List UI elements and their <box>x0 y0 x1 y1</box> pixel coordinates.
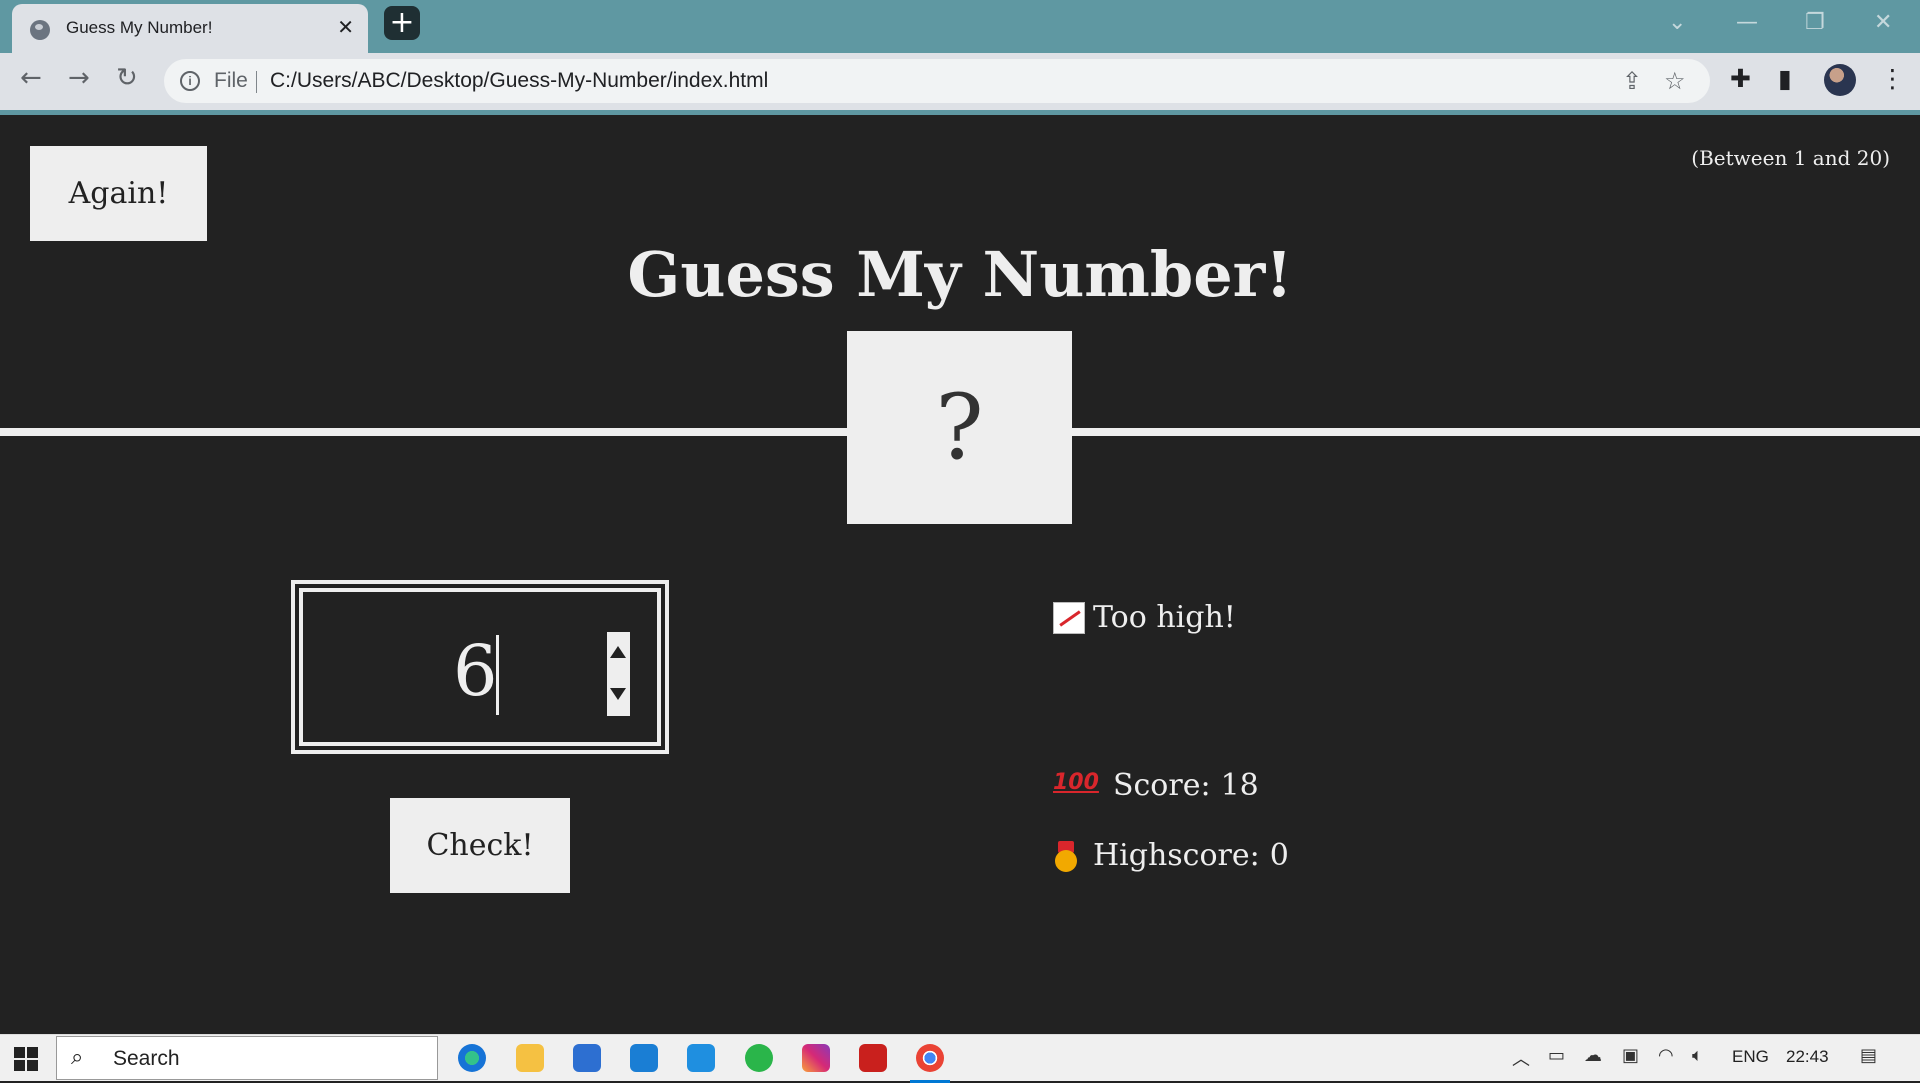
site-info-icon[interactable]: i <box>180 71 200 91</box>
again-button[interactable]: Again! <box>30 146 207 241</box>
number-spinner[interactable] <box>607 632 630 716</box>
score-label: Score: <box>1112 768 1211 803</box>
volume-icon[interactable]: 🔈︎ <box>1692 1045 1703 1066</box>
onedrive-icon[interactable]: ☁ <box>1584 1045 1602 1066</box>
score-value: 18 <box>1220 768 1259 803</box>
clock[interactable]: 22:43 <box>1786 1047 1829 1067</box>
windows-taskbar: ⌕ Search ︿ ▭ ☁ ▣ ◠ 🔈︎ ENG 22:43 ▤ <box>0 1034 1920 1083</box>
guess-input[interactable]: 6 <box>299 588 661 746</box>
side-panel-icon[interactable]: ▮ <box>1778 64 1792 93</box>
notifications-icon[interactable]: ▤ <box>1860 1045 1877 1066</box>
minimize-icon[interactable]: — <box>1736 10 1758 35</box>
scheme-label: File <box>214 69 248 92</box>
back-icon[interactable]: ← <box>20 63 42 93</box>
spin-down-icon[interactable] <box>610 688 626 700</box>
secret-number-box: ? <box>847 331 1072 524</box>
guess-value: 6 <box>453 630 498 712</box>
message-text: Too high! <box>1093 600 1236 635</box>
profile-avatar[interactable] <box>1824 64 1856 96</box>
edge-icon[interactable] <box>458 1044 486 1072</box>
toolbar-divider <box>0 110 1920 115</box>
close-window-icon[interactable]: ✕ <box>1874 10 1892 35</box>
check-button[interactable]: Check! <box>390 798 570 893</box>
search-placeholder: Search <box>113 1047 180 1070</box>
browser-tab-strip: Guess My Number! ✕ + ⌄ — ❐ ✕ <box>0 0 1920 53</box>
chevron-up-icon[interactable]: ︿ <box>1512 1045 1530 1071</box>
new-tab-button[interactable]: + <box>384 6 420 40</box>
windows-start-icon[interactable] <box>14 1047 38 1071</box>
taskbar-search[interactable]: ⌕ Search <box>56 1036 438 1080</box>
camera-icon[interactable]: ▣ <box>1622 1045 1639 1066</box>
language-indicator[interactable]: ENG <box>1732 1047 1769 1067</box>
share-icon[interactable]: ⇪ <box>1622 67 1642 95</box>
address-bar[interactable]: i File C:/Users/ABC/Desktop/Guess-My-Num… <box>164 59 1710 103</box>
highscore-label: Highscore: <box>1093 838 1260 873</box>
battery-icon[interactable]: ▭ <box>1548 1045 1565 1066</box>
page-title: Guess My Number! <box>627 238 1293 311</box>
star-icon[interactable]: ☆ <box>1664 67 1686 95</box>
instagram-icon[interactable] <box>802 1044 830 1072</box>
vscode-icon[interactable] <box>687 1044 715 1072</box>
chrome-icon[interactable] <box>910 1044 950 1083</box>
text-caret <box>496 635 499 715</box>
spin-up-icon[interactable] <box>610 646 626 658</box>
store-icon[interactable] <box>573 1044 601 1072</box>
chart-increasing-icon <box>1053 601 1085 634</box>
extensions-icon[interactable]: ✚ <box>1730 64 1751 93</box>
globe-icon <box>30 20 50 40</box>
guess-field-outer: 6 <box>291 580 669 754</box>
tab-close-icon[interactable]: ✕ <box>337 15 354 39</box>
restore-icon[interactable]: ❐ <box>1805 10 1825 35</box>
acrobat-icon[interactable] <box>859 1044 887 1072</box>
browser-toolbar: ← → ↻ i File C:/Users/ABC/Desktop/Guess-… <box>0 53 1920 110</box>
highscore-value: 0 <box>1269 838 1289 873</box>
range-hint: (Between 1 and 20) <box>1691 146 1890 170</box>
reload-icon[interactable]: ↻ <box>116 63 138 93</box>
forward-icon[interactable]: → <box>68 63 90 93</box>
hundred-points-icon: 100 <box>1053 769 1099 795</box>
file-explorer-icon[interactable] <box>516 1044 544 1072</box>
address-separator <box>256 71 257 93</box>
wifi-icon[interactable]: ◠ <box>1658 1045 1674 1066</box>
whatsapp-icon[interactable] <box>745 1044 773 1072</box>
guess-message: Too high! <box>1053 600 1236 635</box>
browser-tab[interactable]: Guess My Number! ✕ <box>12 4 368 53</box>
search-icon: ⌕ <box>71 1045 84 1070</box>
mail-icon[interactable] <box>630 1044 658 1072</box>
tab-title: Guess My Number! <box>66 18 213 37</box>
menu-icon[interactable]: ⋮ <box>1880 64 1905 93</box>
medal-icon <box>1053 840 1079 872</box>
score-line: 100 Score: 18 <box>1053 768 1259 803</box>
tab-search-icon[interactable]: ⌄ <box>1668 10 1686 35</box>
url-text[interactable]: C:/Users/ABC/Desktop/Guess-My-Number/ind… <box>270 69 768 93</box>
highscore-line: Highscore: 0 <box>1053 838 1289 873</box>
